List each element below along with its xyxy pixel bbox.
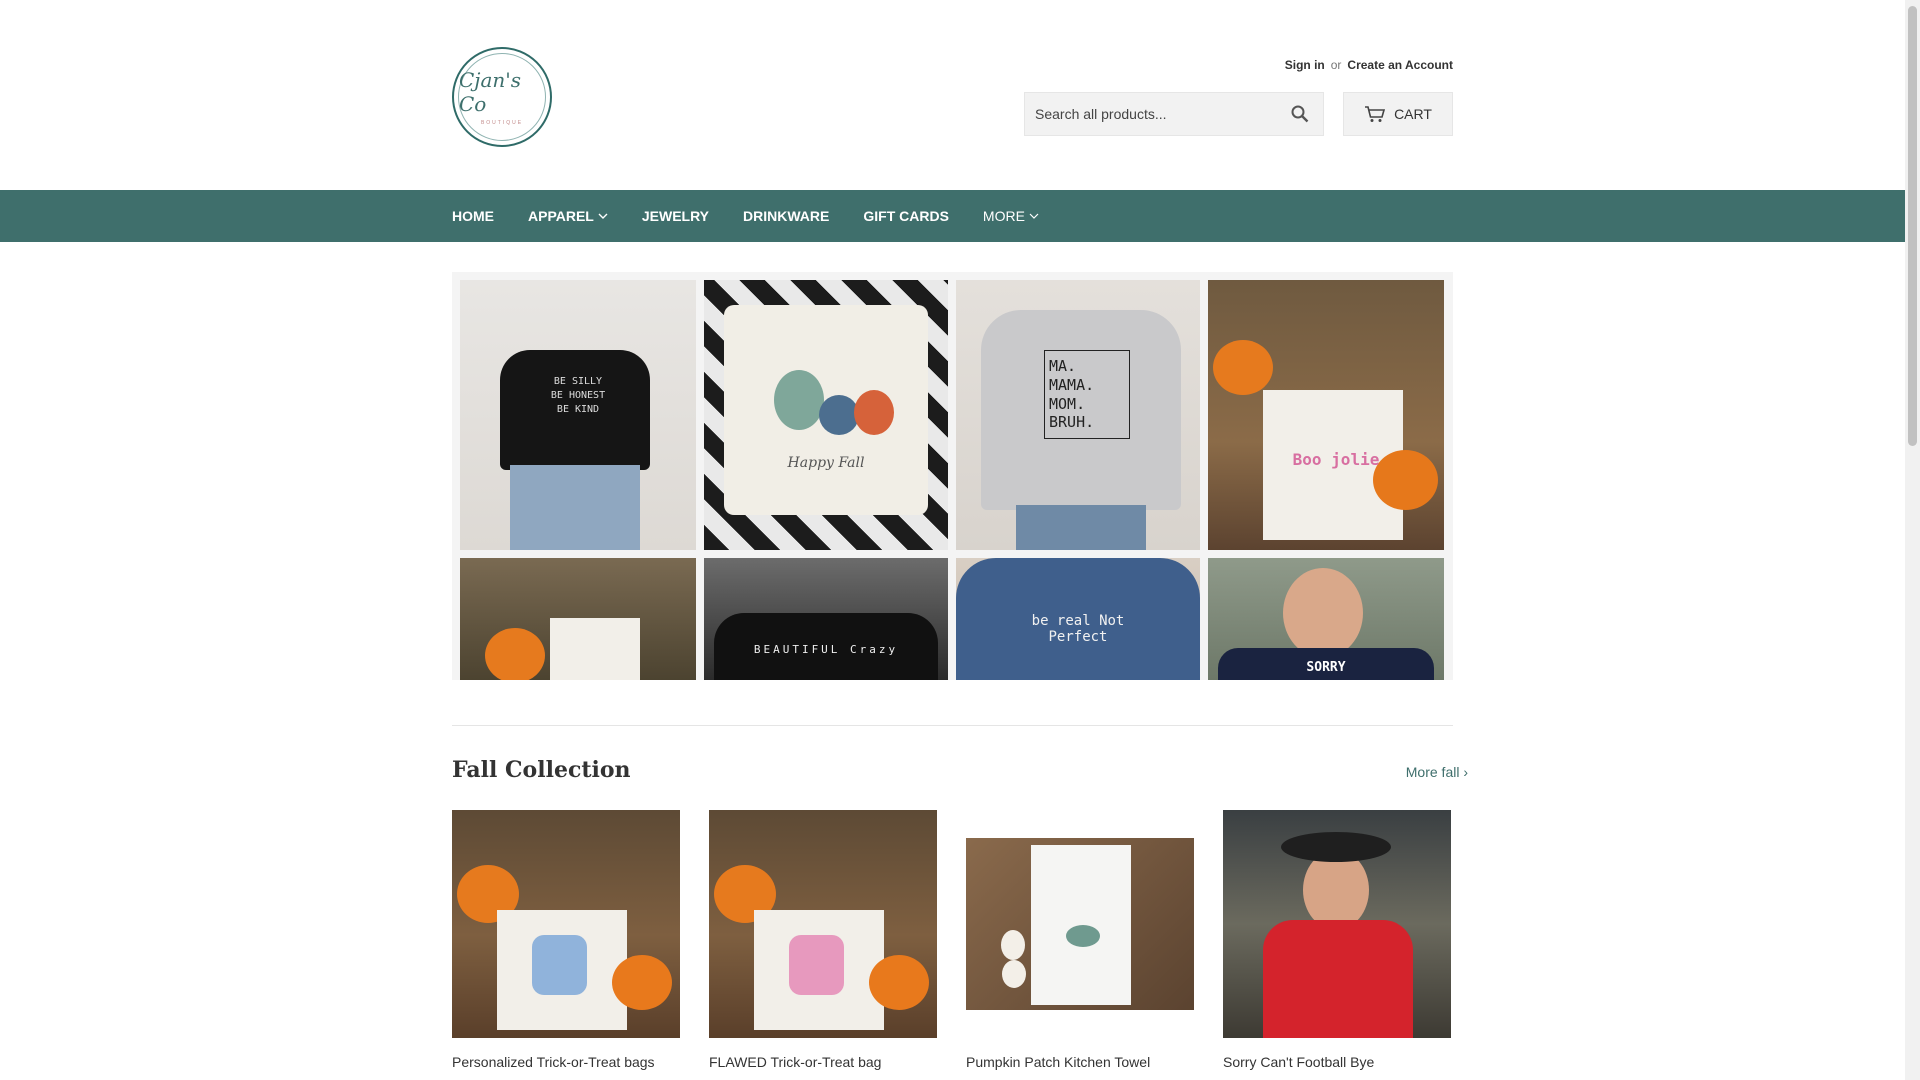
product-grid: Personalized Trick-or-Treat bags FLAWED …	[452, 810, 1453, 1070]
nav-item-gift-cards[interactable]: GIFT CARDS	[863, 208, 949, 224]
product-title[interactable]: FLAWED Trick-or-Treat bag	[709, 1054, 937, 1070]
logo-ring: Cjan's Co BOUTIQUE	[458, 53, 546, 141]
hero-tile-sorry: SORRY	[1208, 558, 1444, 680]
chevron-down-icon	[598, 213, 608, 219]
main-nav: HOME APPAREL JEWELRY DRINKWARE GIFT CARD…	[0, 190, 1905, 242]
search-icon	[1291, 105, 1309, 123]
product-image[interactable]	[709, 810, 937, 1038]
tile-pumpkin-shape	[854, 390, 894, 435]
nav-label: APPAREL	[528, 208, 594, 224]
tile-text: MA. MAMA. MOM. BRUH.	[1044, 350, 1130, 439]
tile-text: Happy Fall	[787, 455, 865, 471]
nav-item-drinkware[interactable]: DRINKWARE	[743, 208, 829, 224]
product-title[interactable]: Personalized Trick-or-Treat bags	[452, 1054, 680, 1070]
site-logo[interactable]: Cjan's Co BOUTIQUE	[452, 47, 552, 147]
nav-label: JEWELRY	[641, 208, 710, 224]
section-title: Fall Collection	[452, 757, 631, 783]
img-pumpkin-shape	[1066, 925, 1100, 947]
tile-text: SORRY	[1306, 660, 1346, 675]
tile-pumpkin-shape	[485, 628, 545, 680]
tile-jeans-shape	[510, 465, 640, 550]
hero-tile-pillow: Happy Fall	[704, 280, 948, 550]
img-hat-shape	[1281, 832, 1391, 862]
img-egg-shape	[1001, 930, 1025, 960]
cart-icon	[1365, 106, 1386, 122]
cart-button[interactable]: CART	[1343, 92, 1453, 136]
nav-label: GIFT CARDS	[863, 208, 949, 224]
img-face-shape	[1303, 850, 1369, 930]
tile-face-shape	[1283, 568, 1363, 658]
tile-pumpkin-shape	[774, 370, 824, 430]
img-shirt-shape	[1263, 920, 1413, 1038]
hero-tile-tote: Boo jolie	[1208, 280, 1444, 550]
section-divider	[452, 725, 1453, 726]
tile-text: Boo jolie	[1292, 450, 1380, 469]
img-pumpkin-shape	[612, 955, 672, 1010]
more-fall-link[interactable]: More fall ›	[1406, 764, 1468, 780]
product-card[interactable]: Pumpkin Patch Kitchen Towel	[966, 810, 1194, 1070]
hero-tile-black-sweatshirt: BE SILLY BE HONEST BE KIND	[460, 280, 696, 550]
tile-text: BE SILLY BE HONEST BE KIND	[550, 376, 606, 415]
hero-banner[interactable]: BE SILLY BE HONEST BE KIND Happy Fall MA…	[452, 272, 1453, 680]
search-form	[1024, 92, 1324, 136]
product-card[interactable]: FLAWED Trick-or-Treat bag	[709, 810, 937, 1070]
nav-label: HOME	[452, 208, 494, 224]
nav-item-home[interactable]: HOME	[452, 208, 494, 224]
create-account-link[interactable]: Create an Account	[1347, 58, 1453, 72]
account-links: Sign in or Create an Account	[1285, 58, 1453, 72]
hero-tile-be-real: be real Not Perfect	[956, 558, 1200, 680]
nav-label: MORE	[982, 208, 1025, 224]
hero-tile-grey-sweatshirt: MA. MAMA. MOM. BRUH.	[956, 280, 1200, 550]
logo-script-text: Cjan's Co	[459, 68, 522, 116]
hero-tile-beautiful-crazy: BEAUTIFUL Crazy	[704, 558, 948, 680]
product-card[interactable]: Sorry Can't Football Bye	[1223, 810, 1451, 1070]
cart-label: CART	[1394, 106, 1432, 122]
product-image[interactable]	[1223, 810, 1451, 1038]
tile-bag-shape	[550, 618, 640, 680]
nav-item-more[interactable]: MORE	[983, 208, 1039, 224]
img-design-shape	[789, 935, 844, 995]
product-title[interactable]: Pumpkin Patch Kitchen Towel	[966, 1054, 1194, 1070]
search-button[interactable]	[1277, 93, 1323, 135]
tile-pumpkin-shape	[819, 395, 859, 435]
or-text: or	[1330, 58, 1342, 72]
site-header: Cjan's Co BOUTIQUE Sign in or Create an Ac…	[0, 0, 1905, 190]
product-title[interactable]: Sorry Can't Football Bye	[1223, 1054, 1451, 1070]
sign-in-link[interactable]: Sign in	[1285, 58, 1325, 72]
tile-text: be real Not Perfect	[1031, 613, 1125, 645]
tile-pumpkin-shape	[1213, 340, 1273, 395]
img-design-shape	[532, 935, 587, 995]
tile-text: BEAUTIFUL Crazy	[753, 643, 899, 656]
logo-sub-text: BOUTIQUE	[480, 120, 524, 126]
product-card[interactable]: Personalized Trick-or-Treat bags	[452, 810, 680, 1070]
nav-item-apparel[interactable]: APPAREL	[528, 208, 608, 224]
hero-tile-tote-2	[460, 558, 696, 680]
tile-jeans-shape	[1016, 505, 1146, 550]
product-image[interactable]	[966, 810, 1194, 1038]
nav-item-jewelry[interactable]: JEWELRY	[642, 208, 709, 224]
product-image[interactable]	[452, 810, 680, 1038]
img-pumpkin-shape	[869, 955, 929, 1010]
img-egg-shape	[1002, 960, 1026, 988]
nav-label: DRINKWARE	[743, 208, 830, 224]
search-input[interactable]	[1025, 93, 1275, 135]
chevron-down-icon	[1029, 213, 1039, 219]
page-scrollbar[interactable]	[1905, 0, 1920, 1080]
nav-items: HOME APPAREL JEWELRY DRINKWARE GIFT CARD…	[452, 190, 1073, 242]
scrollbar-thumb[interactable]	[1908, 6, 1917, 446]
